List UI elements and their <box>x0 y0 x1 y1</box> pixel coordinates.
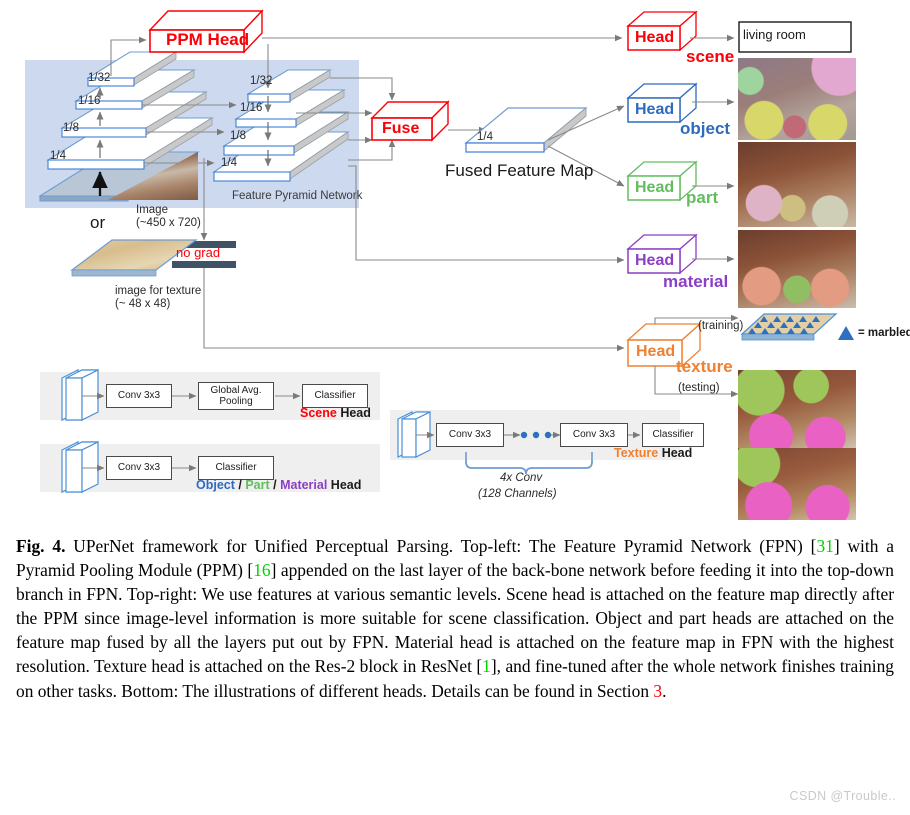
part-head-label: Head <box>635 179 675 196</box>
nograd-to-texture-head-line <box>203 268 625 352</box>
texture-image-caption-line1: image for texture <box>115 285 202 297</box>
material-head-label: Head <box>635 252 675 269</box>
fpn-region-label: Feature Pyramid Network <box>232 190 363 202</box>
opm-head-diagram-title: Object / Part / Material Head <box>196 478 362 492</box>
marbled-legend-triangle-icon <box>838 326 854 340</box>
fused-feature-map-slab <box>464 107 588 153</box>
backbone-scale-1-32: 1/32 <box>88 72 111 84</box>
or-label: or <box>90 213 106 232</box>
scene-head-node-gap: Global Avg. Pooling <box>198 382 274 410</box>
backbone-scale-1-16: 1/16 <box>78 95 101 107</box>
texture-training-slab <box>740 313 838 341</box>
texture-head-node-conv-first: Conv 3x3 <box>436 423 504 447</box>
texture-head-brace-line2: (128 Channels) <box>478 488 557 500</box>
backbone-scale-1-4: 1/4 <box>50 150 66 162</box>
citation-ref-16[interactable]: 16 <box>253 560 270 580</box>
fused-feature-map-label: Fused Feature Map <box>445 161 594 180</box>
material-segmentation-image <box>738 230 856 308</box>
texture-head-brace-line1: 4x Conv <box>500 472 543 484</box>
caption-seg-1: UPerNet framework for Unified Perceptual… <box>65 536 817 556</box>
marbled-legend-label: = marbled <box>858 327 910 339</box>
living-room-output-label: living room <box>743 27 806 42</box>
scene-head-node-classifier: Classifier <box>302 384 368 408</box>
object-segmentation-image <box>738 58 856 140</box>
texture-head-label: Head <box>636 343 676 360</box>
no-grad-bar-bottom <box>172 261 236 268</box>
fuse-label: Fuse <box>382 120 420 137</box>
caption-seg-5: . <box>662 680 667 701</box>
no-grad-label: no grad <box>176 245 221 260</box>
scene-head-node-conv: Conv 3x3 <box>106 384 172 408</box>
image-caption-line2: (~450 x 720) <box>136 217 201 229</box>
section-ref-3[interactable]: 3 <box>653 681 662 701</box>
fpn-scale-1-32: 1/32 <box>250 75 273 87</box>
texture-head-diagram-title: Texture Head <box>614 446 693 460</box>
image-caption-line1: Image <box>136 204 168 216</box>
fpn-to-material-head-line <box>348 165 625 264</box>
part-head-tag: part <box>686 188 719 207</box>
opm-head-node-conv: Conv 3x3 <box>106 456 172 480</box>
citation-ref-1[interactable]: 1 <box>482 656 491 676</box>
object-head-tag: object <box>680 119 731 138</box>
ppm-head-label: PPM Head <box>166 30 250 49</box>
figure-caption: Fig. 4. UPerNet framework for Unified Pe… <box>16 534 894 703</box>
material-head-tag: material <box>663 272 729 291</box>
opm-head-node-classifier: Classifier <box>198 456 274 480</box>
scene-head-tag: scene <box>686 47 735 66</box>
texture-output-image <box>738 448 856 520</box>
scene-head-diagram-title: Scene Head <box>300 406 371 420</box>
citation-ref-31[interactable]: 31 <box>816 536 833 556</box>
backbone-scale-1-8: 1/8 <box>63 122 79 134</box>
part-segmentation-image <box>738 142 856 227</box>
fpn-scale-1-8: 1/8 <box>230 130 246 142</box>
figure-diagram: Conv 3x3 Global Avg. Pooling Classifier C… <box>0 0 910 525</box>
fused-map-scale-label: 1/4 <box>477 131 493 143</box>
object-head-label: Head <box>635 101 675 118</box>
texture-segmentation-image <box>738 370 856 448</box>
texture-training-label: (training) <box>698 320 744 332</box>
texture-head-node-conv-last: Conv 3x3 <box>560 423 628 447</box>
texture-image-caption-line2: (~ 48 x 48) <box>115 298 171 310</box>
fpn-scale-1-4: 1/4 <box>221 157 237 169</box>
watermark: CSDN @Trouble.. <box>789 789 896 803</box>
scene-head-label: Head <box>635 29 675 46</box>
figure-number: Fig. 4. <box>16 536 66 556</box>
texture-head-tag: texture <box>676 357 733 376</box>
texture-testing-label: (testing) <box>678 382 720 394</box>
texture-head-node-classifier: Classifier <box>642 423 704 447</box>
fpn-scale-1-16: 1/16 <box>240 102 263 114</box>
